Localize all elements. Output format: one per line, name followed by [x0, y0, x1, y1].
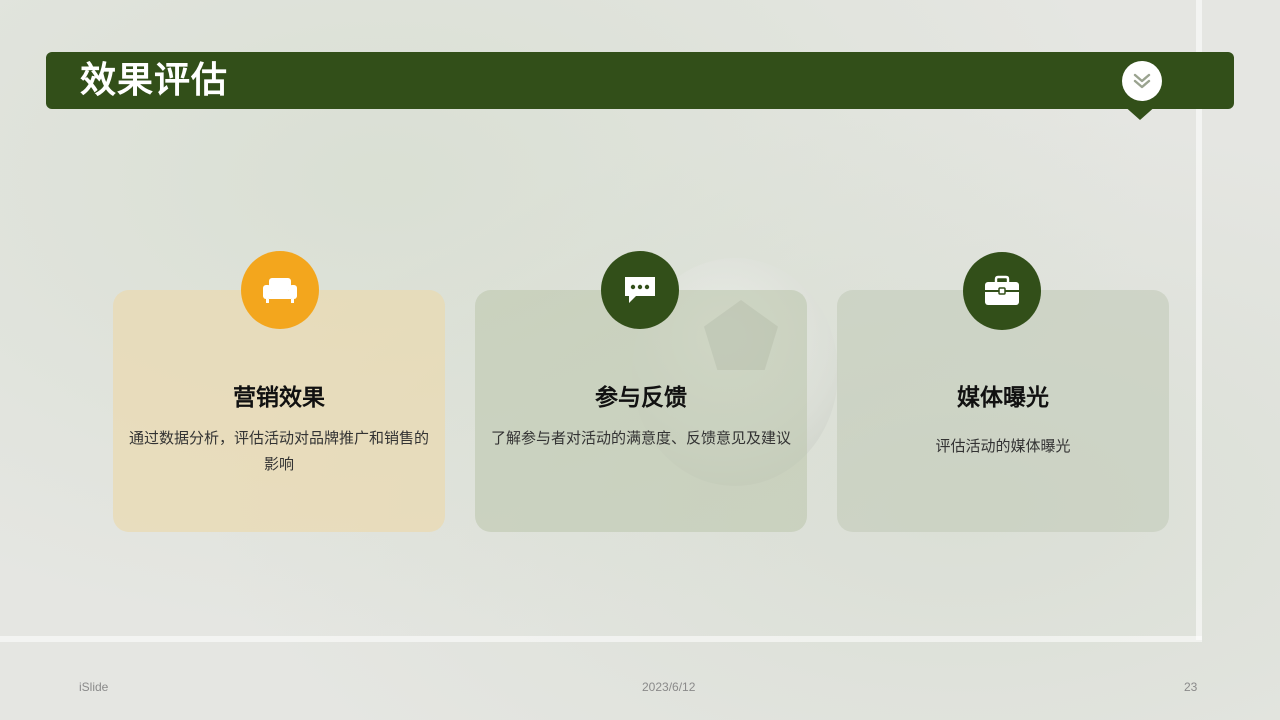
chat-bubble-icon	[601, 251, 679, 329]
card-description: 评估活动的媒体曝光	[935, 437, 1071, 455]
card-title: 营销效果	[233, 385, 325, 411]
card-title: 媒体曝光	[957, 385, 1049, 411]
double-chevron-down-icon	[1122, 61, 1162, 101]
card-title: 参与反馈	[595, 385, 687, 411]
card-description: 通过数据分析，评估活动对品牌推广和销售的影响	[129, 429, 430, 473]
sofa-icon	[241, 251, 319, 329]
title-bar-notch	[1122, 104, 1158, 120]
page-title: 效果评估	[80, 60, 229, 101]
field-line-horizontal	[0, 636, 1202, 642]
footer-date: 2023/6/12	[642, 680, 696, 694]
footer-page-number: 23	[1184, 680, 1198, 694]
briefcase-icon	[963, 252, 1041, 330]
card-description: 了解参与者对活动的满意度、反馈意见及建议	[491, 429, 792, 447]
footer-brand: iSlide	[79, 680, 109, 694]
